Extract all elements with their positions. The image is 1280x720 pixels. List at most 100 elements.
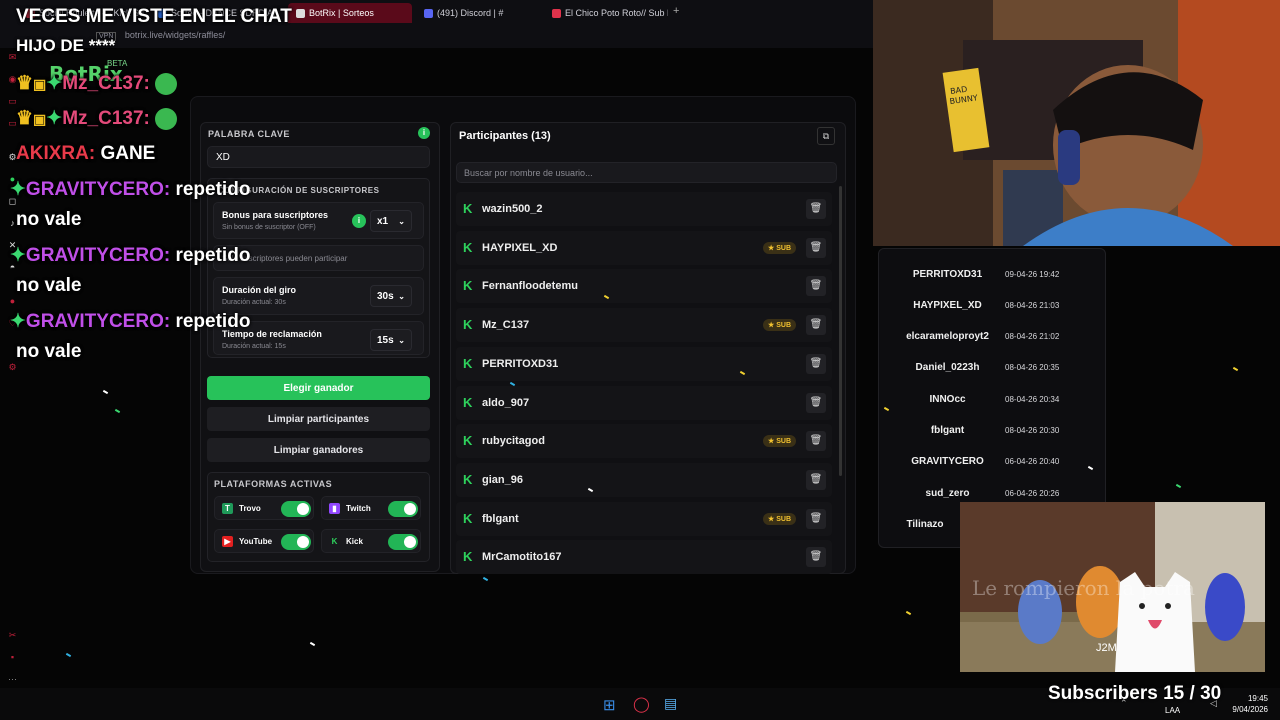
participants-title: Participantes (13) [459, 130, 551, 142]
winner-name: HAYPIXEL_XD [913, 299, 982, 311]
chevron-down-icon: ⌄ [398, 216, 405, 226]
tab-favicon-icon [296, 8, 305, 18]
url-text: botrix.live/widgets/raffles/ [124, 30, 226, 40]
participant-row[interactable]: K MrCamotito167 🗑 [456, 540, 832, 575]
crown-icon: ♛ [16, 108, 34, 129]
tools-icon[interactable]: ✂ [6, 630, 19, 641]
clear-participants-button[interactable]: Limpiar participantes [207, 407, 430, 431]
participant-row[interactable]: Kgian_96 🗑 [456, 462, 832, 497]
spin-duration-select[interactable]: 30s ⌄ [370, 285, 412, 307]
trash-icon[interactable]: 🗑 [806, 353, 826, 374]
platform-twitch: ▮ Twitch [321, 496, 421, 520]
crown-icon: ♛ [16, 73, 34, 94]
chat-message-text: no vale [16, 209, 82, 230]
trovo-toggle[interactable] [281, 501, 311, 517]
language-indicator[interactable]: LAA [1165, 706, 1180, 715]
trash-icon[interactable]: 🗑 [806, 199, 826, 219]
participant-row[interactable]: K Fernanfloodetemu 🗑 [456, 269, 832, 304]
trash-icon[interactable]: 🗑 [806, 431, 826, 452]
winner-row: fblgant 08-04-26 20:30 [880, 418, 1102, 444]
emote-icon [155, 107, 178, 130]
trash-icon[interactable]: 🗑 [806, 469, 826, 490]
star-icon: ★ [767, 438, 775, 446]
winner-date: 09-04-26 19:42 [1005, 269, 1060, 279]
chat-message: ✦GRAVITYCERO: repetido [10, 179, 251, 200]
platform-trovo: T Trovo [214, 496, 314, 520]
sparkle-icon: ✦ [46, 108, 63, 129]
chat-message-text: HIJO DE **** [16, 36, 116, 55]
clock-date[interactable]: 9/04/2026 [1222, 705, 1268, 714]
winner-row: PERRITOXD31 09-04-26 19:42 [880, 261, 1102, 287]
windows-start-icon[interactable]: ⊞ [603, 696, 616, 714]
keyword-input[interactable]: XD [207, 146, 430, 168]
participant-row[interactable]: Kwazin500_2 🗑 [456, 192, 832, 226]
winner-name: PERRITOXD31 [912, 268, 983, 280]
participant-name: Mz_C137 [482, 319, 530, 332]
participant-name: PERRITOXD31 [482, 357, 559, 370]
sub-badge: ★ SUB [762, 319, 796, 332]
more-icon[interactable]: ⋯ [6, 674, 19, 685]
participant-row[interactable]: K HAYPIXEL_XD ★ SUB 🗑 [456, 230, 832, 265]
notepad-icon[interactable]: ▤ [664, 695, 677, 712]
opera-icon[interactable]: ◯ [633, 695, 650, 713]
sub-bonus-select[interactable]: x1 ⌄ [370, 210, 412, 232]
participant-search-input[interactable]: Buscar por nombre de usuario... [456, 162, 837, 183]
trash-icon[interactable]: 🗑 [806, 315, 826, 336]
chat-message-text: VECES ME VISTE EN EL CHAT [16, 6, 292, 27]
pick-winner-button[interactable]: Elegir ganador [207, 376, 430, 400]
participants-scrollbar[interactable] [839, 186, 842, 476]
kick-icon: K [331, 537, 338, 546]
badge-icon: ▣ [33, 76, 47, 92]
platform-kick: K Kick [321, 529, 421, 553]
participant-row[interactable]: Kfblgant ★ SUB 🗑 [456, 501, 832, 536]
kick-toggle[interactable] [388, 534, 418, 550]
new-tab-button[interactable]: + [673, 5, 679, 17]
trash-icon[interactable]: 🗑 [806, 276, 826, 297]
beta-badge: BETA [107, 59, 128, 68]
participant-row[interactable]: Kaldo_907 🗑 [456, 385, 832, 420]
participant-name: gian_96 [482, 473, 523, 486]
clear-winners-button[interactable]: Limpiar ganadores [207, 438, 430, 462]
winner-name: sud_zero [925, 487, 970, 499]
sparkle-icon: ✦ [10, 311, 26, 332]
winner-row: Daniel_0223h 08-04-26 20:35 [880, 355, 1102, 381]
claim-time-select[interactable]: 15s ⌄ [370, 329, 412, 351]
info-icon[interactable]: i [418, 127, 430, 139]
settings-icon[interactable]: ⚙ [6, 362, 19, 373]
info-icon[interactable]: i [352, 214, 366, 228]
winner-row: Tilinazo [880, 511, 960, 537]
tab-botrix-sorteos[interactable]: BotRix | Sorteos [288, 3, 412, 23]
chevron-down-icon: ⌄ [398, 335, 405, 345]
participant-name: HAYPIXEL_XD [482, 241, 558, 254]
trash-icon[interactable]: 🗑 [806, 547, 826, 568]
confetti-piece [1175, 483, 1182, 489]
youtube-toggle[interactable] [281, 534, 311, 550]
kick-icon: K [463, 549, 473, 565]
winner-date: 08-04-26 20:30 [1005, 426, 1060, 435]
badge-icon: ▣ [33, 111, 47, 127]
star-icon: ★ [767, 244, 775, 252]
trash-icon[interactable]: 🗑 [806, 392, 826, 413]
clock-time[interactable]: 19:45 [1240, 694, 1268, 703]
confetti-piece [1232, 366, 1239, 372]
sparkle-icon: ✦ [46, 73, 63, 94]
confetti-piece [309, 641, 316, 647]
youtube-icon: ▶ [222, 536, 233, 547]
trash-icon[interactable]: 🗑 [806, 237, 826, 258]
participant-name: MrCamotito167 [482, 551, 562, 564]
address-bar[interactable]: VPN botrix.live/widgets/raffles/ [96, 30, 226, 41]
copy-icon[interactable]: ⧉ [817, 127, 835, 145]
trash-icon[interactable]: 🗑 [806, 508, 826, 529]
record-icon[interactable]: ● [6, 296, 19, 307]
bookmark-icon[interactable]: ▭ [6, 96, 19, 107]
kick-icon: K [463, 355, 473, 371]
participant-row[interactable]: K Mz_C137 ★ SUB 🗑 [456, 308, 832, 343]
tab-youtube-chico[interactable]: El Chico Poto Roto// Sub E [544, 3, 668, 23]
participant-row[interactable]: K PERRITOXD31 🗑 [456, 346, 832, 381]
gx-icon[interactable]: ▪ [6, 652, 19, 663]
twitch-toggle[interactable] [388, 501, 418, 517]
kick-icon: K [463, 317, 473, 333]
winner-name: INNOcc [929, 393, 966, 405]
tab-discord[interactable]: (491) Discord | # [416, 3, 541, 23]
participant-row[interactable]: Krubycitagod ★ SUB 🗑 [456, 424, 832, 459]
